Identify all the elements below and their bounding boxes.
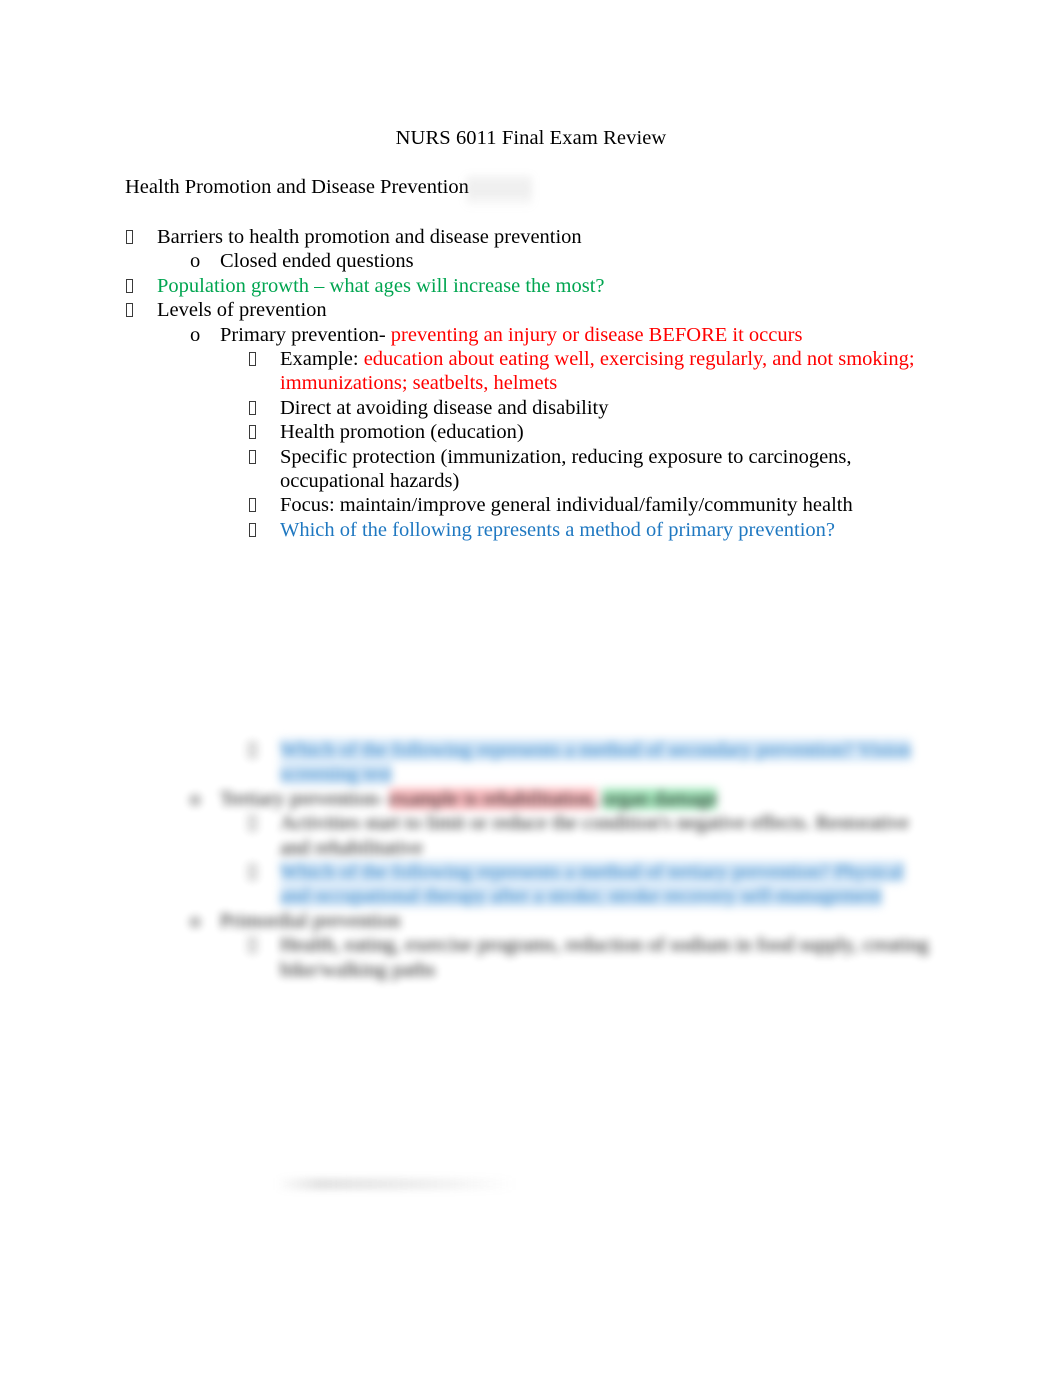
list-item-label: Which of the following represents a meth… — [280, 518, 836, 541]
list-item-label: Primary prevention- preventing an injury… — [220, 323, 942, 347]
list-item-label: Specific protection (immunization, reduc… — [280, 445, 852, 493]
list-item: Example: education about eating well, ex… — [0, 347, 1062, 396]
list-item: Specific protection (immunization, reduc… — [0, 445, 1062, 494]
redacted-content-region: Which of the following represents a meth… — [0, 738, 1062, 982]
list-item-label: Barriers to health promotion and disease… — [157, 226, 582, 248]
page-title: NURS 6011 Final Exam Review — [395, 127, 667, 149]
list-item-label: Levels of prevention — [157, 299, 327, 322]
list-item: o Primary prevention- preventing an inju… — [0, 323, 1062, 347]
document-page: NURS 6011 Final Exam Review Health Promo… — [0, 0, 1062, 1377]
bullet-square-icon — [249, 352, 256, 367]
list-item: Levels of prevention — [0, 298, 1062, 322]
bullet-square-icon — [249, 743, 256, 757]
redacted-list-item: Which of the following represents a meth… — [0, 860, 1062, 909]
list-item: o Closed ended questions — [0, 249, 1062, 273]
redacted-list-item-label: Activities start to limit or reduce the … — [280, 812, 909, 859]
redacted-list-item: Which of the following represents a meth… — [0, 738, 1062, 787]
redacted-list-item: Health, eating, exercise programs, reduc… — [0, 933, 1062, 982]
bullet-circle-icon: o — [190, 250, 201, 273]
redacted-list-item-label: Tertiary prevention- example is rehabili… — [220, 787, 718, 810]
bullet-square-icon — [249, 449, 256, 464]
list-item-label: Closed ended questions — [220, 250, 414, 273]
bullet-square-icon — [126, 278, 133, 293]
bullet-circle-icon: o — [190, 323, 201, 346]
section-heading: Health Promotion and Disease Prevention — [125, 176, 469, 198]
redacted-list-item-label: Health, eating, exercise programs, reduc… — [280, 934, 929, 981]
bullet-square-icon — [249, 425, 256, 440]
bullet-circle-icon: o — [190, 909, 201, 932]
list-item-label-primary: Primary prevention- — [220, 323, 386, 346]
list-item: Barriers to health promotion and disease… — [0, 225, 1062, 249]
list-item: Which of the following represents a meth… — [0, 518, 1062, 542]
list-item-label: Direct at avoiding disease and disabilit… — [280, 396, 609, 419]
list-item-label: Focus: maintain/improve general individu… — [280, 494, 853, 517]
redacted-list-item-label: Which of the following represents a meth… — [280, 739, 912, 786]
bullet-square-icon — [126, 230, 133, 244]
list-item: Focus: maintain/improve general individu… — [0, 493, 1062, 517]
list-item-label-primary: Example: — [280, 348, 359, 371]
bullet-square-icon — [249, 865, 256, 880]
redacted-list-item: Activities start to limit or reduce the … — [0, 811, 1062, 860]
heading-blur-smudge — [466, 176, 532, 208]
list-item-label-emphasis: education about eating well, exercising … — [280, 348, 915, 395]
bottom-blur-smudge — [276, 1178, 516, 1190]
redacted-list-item-label: Primordial prevention — [220, 909, 401, 932]
redacted-list-item: o Tertiary prevention- example is rehabi… — [0, 787, 1062, 811]
bullet-square-icon — [249, 400, 256, 415]
bullet-square-icon — [126, 303, 133, 318]
list-item: Population growth – what ages will incre… — [0, 274, 1062, 298]
bullet-circle-icon: o — [190, 787, 201, 810]
list-item-label: Example: education about eating well, ex… — [280, 347, 930, 396]
list-item-label: Health promotion (education) — [280, 421, 524, 444]
bullet-square-icon — [249, 938, 256, 953]
list-item: Direct at avoiding disease and disabilit… — [0, 396, 1062, 420]
bullet-square-icon — [249, 816, 256, 831]
bullet-square-icon — [249, 522, 256, 537]
bullet-square-icon — [249, 498, 256, 513]
list-item-label: Population growth – what ages will incre… — [157, 274, 605, 297]
outline-list: Barriers to health promotion and disease… — [0, 225, 1062, 542]
list-item-label-emphasis: preventing an injury or disease BEFORE i… — [390, 323, 803, 346]
redacted-list-item-label: Which of the following represents a meth… — [280, 861, 904, 908]
list-item: Health promotion (education) — [0, 420, 1062, 444]
redacted-list-item: o Primordial prevention — [0, 909, 1062, 933]
